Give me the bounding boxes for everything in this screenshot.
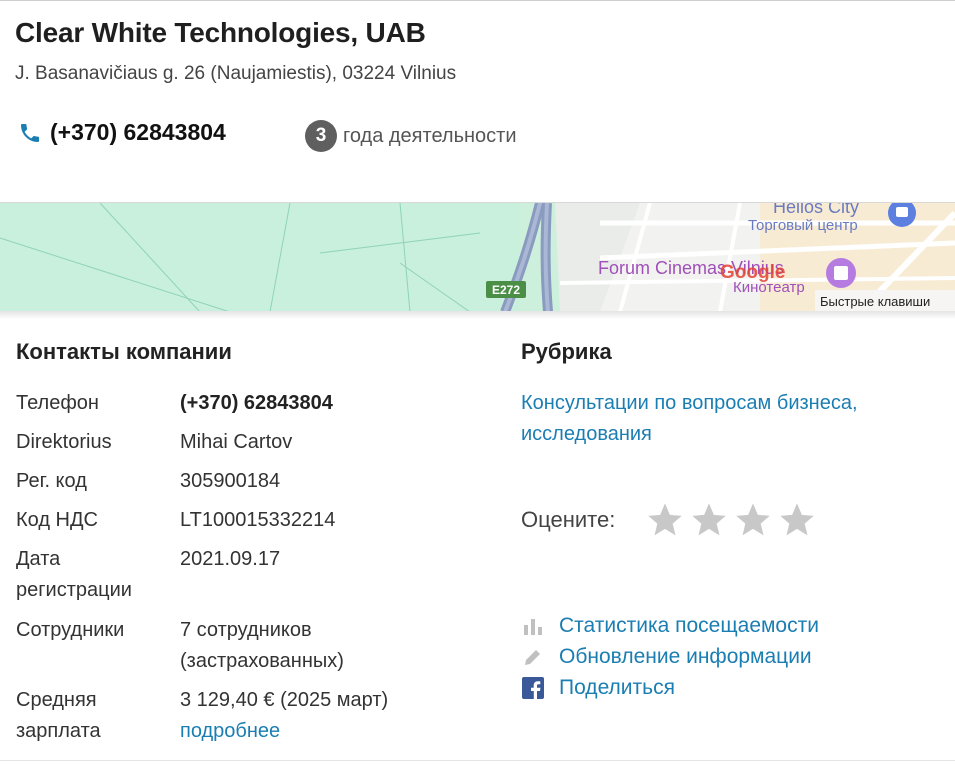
phone-row[interactable]: (+370) 62843804 xyxy=(18,119,226,146)
row-phone: Телефон (+370) 62843804 xyxy=(16,388,486,419)
map-poi-helios-type: Торговый центр xyxy=(748,217,858,234)
map[interactable]: E272 Helios City Торговый центр Forum Ci… xyxy=(0,202,955,313)
row-director: Direktorius Mihai Cartov xyxy=(16,427,486,458)
row-value-employees: 7 сотрудников (застрахованных) xyxy=(180,619,344,672)
row-label: Direktorius xyxy=(16,431,112,453)
row-label: Средняя зарплата xyxy=(16,689,101,742)
salary-details-link[interactable]: подробнее xyxy=(180,720,280,742)
years-badge: 3 xyxy=(305,120,337,152)
row-vat-code: Код НДС LT100015332214 xyxy=(16,505,486,536)
row-value-phone[interactable]: (+370) 62843804 xyxy=(180,388,480,419)
map-google-logo: Google xyxy=(720,262,785,283)
map-shadow xyxy=(0,311,955,319)
years-text: года деятельности xyxy=(343,124,517,147)
facebook-icon xyxy=(521,676,545,700)
phone-icon xyxy=(18,120,44,146)
row-reg-date: Дата регистрации 2021.09.17 xyxy=(16,544,486,606)
rubric-title: Рубрика xyxy=(521,339,612,364)
row-reg-code: Рег. код 305900184 xyxy=(16,466,486,497)
map-road-label: E272 xyxy=(492,283,520,297)
row-value-reg-code: 305900184 xyxy=(180,470,281,492)
star-icon[interactable] xyxy=(645,500,685,540)
rating-label: Оцените: xyxy=(521,507,616,532)
map-poi-helios[interactable]: Helios City xyxy=(773,203,859,217)
row-label: Телефон xyxy=(16,392,99,414)
contacts-title: Контакты компании xyxy=(16,339,232,364)
salary-value: 3 129,40 € (2025 март) xyxy=(180,689,389,711)
row-value-reg-date: 2021.09.17 xyxy=(180,548,281,570)
company-name: Clear White Technologies, UAB xyxy=(15,17,426,48)
star-icon[interactable] xyxy=(689,500,729,540)
row-employees: Сотрудники 7 сотрудников (застрахованных… xyxy=(16,615,486,677)
row-salary: Средняя зарплата 3 129,40 € (2025 март) … xyxy=(16,685,486,747)
map-shortcuts[interactable]: Быстрые клавиши xyxy=(820,294,930,309)
rating: Оцените: xyxy=(521,500,821,540)
action-update[interactable]: Обновление информации xyxy=(521,645,812,669)
action-share[interactable]: Поделиться xyxy=(521,676,675,700)
row-label: Код НДС xyxy=(16,509,98,531)
row-value-vat-code: LT100015332214 xyxy=(180,509,336,531)
rubric-section: Рубрика xyxy=(521,339,612,365)
pencil-icon xyxy=(521,645,545,669)
contacts-section: Контакты компании xyxy=(16,339,232,365)
action-stats-label[interactable]: Статистика посещаемости xyxy=(559,614,819,638)
rubric-link[interactable]: Консультации по вопросам бизнеса, исслед… xyxy=(521,388,921,450)
bar-chart-icon xyxy=(521,614,545,638)
row-value-salary: 3 129,40 € (2025 март) подробнее xyxy=(180,685,480,747)
star-icon[interactable] xyxy=(733,500,773,540)
action-update-label[interactable]: Обновление информации xyxy=(559,645,812,669)
company-address: J. Basanavičiaus g. 26 (Naujamiestis), 0… xyxy=(15,63,457,84)
action-stats[interactable]: Статистика посещаемости xyxy=(521,614,819,638)
years-active: 3 года деятельности xyxy=(305,120,517,152)
row-value-director: Mihai Cartov xyxy=(180,431,293,453)
row-label: Рег. код xyxy=(16,470,87,492)
bottom-divider xyxy=(0,760,955,761)
row-label: Сотрудники xyxy=(16,619,125,641)
row-label: Дата регистрации xyxy=(16,548,132,601)
star-icon[interactable] xyxy=(777,500,817,540)
action-share-label[interactable]: Поделиться xyxy=(559,676,675,700)
phone-number[interactable]: (+370) 62843804 xyxy=(50,119,226,146)
company-header: Clear White Technologies, UAB J. Basanav… xyxy=(0,0,955,203)
